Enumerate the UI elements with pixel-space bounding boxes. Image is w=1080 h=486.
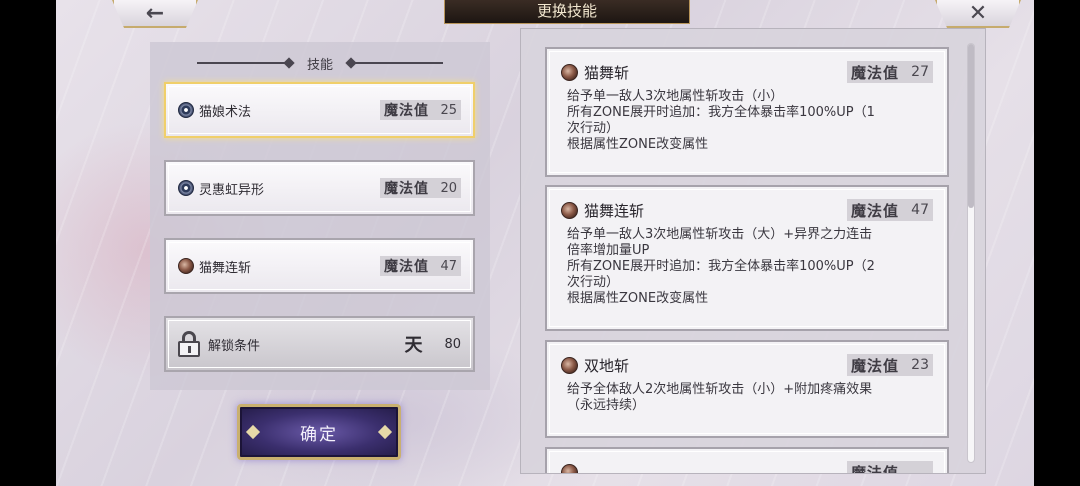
mp-value: 23 <box>911 357 929 373</box>
mp-label: 魔法值 <box>384 181 429 197</box>
equipped-skills-panel: 技能 猫娘术法 魔法值 25 灵惠虹异形 魔法值 20 猫舞连斩 魔法值 47 … <box>150 42 490 390</box>
cat-skill-icon <box>561 201 578 219</box>
close-icon: ✕ <box>968 0 988 26</box>
unlock-requirement-icon: 天 <box>404 335 423 356</box>
mp-cost-tag: 魔法值 27 <box>846 61 933 83</box>
mp-cost-tag: 魔法值 <box>846 461 933 474</box>
mp-value: 25 <box>440 102 457 118</box>
skill-name: 双地斩 <box>584 356 630 375</box>
cat-skill-icon <box>561 63 578 81</box>
scrollbar-thumb[interactable] <box>968 44 974 208</box>
skill-card-header: 猫舞斩 魔法值 27 <box>561 59 933 85</box>
skill-description: 给予全体敌人2次地属性斩攻击（小）+附加疼痛效果 （永远持续） <box>567 382 873 413</box>
equipped-skill-slot-3[interactable]: 猫舞连斩 魔法值 47 <box>164 238 475 294</box>
skill-name: 灵惠虹异形 <box>199 182 265 198</box>
page-title: 更换技能 <box>444 0 690 24</box>
skill-list-scrollbar[interactable] <box>967 43 975 463</box>
mp-cost-tag: 魔法值 20 <box>380 178 461 198</box>
equipped-skill-slot-2[interactable]: 灵惠虹异形 魔法值 20 <box>164 160 475 216</box>
close-button[interactable]: ✕ <box>935 0 1021 28</box>
locked-skill-slot[interactable]: 解锁条件 天 80 <box>164 316 475 372</box>
back-button[interactable]: ← <box>112 0 198 28</box>
skill-card-header: 魔法值 <box>561 459 933 474</box>
lock-icon <box>178 331 200 357</box>
ornament-left <box>196 62 293 64</box>
mp-value: 47 <box>440 258 457 274</box>
back-arrow-icon: ← <box>145 0 165 26</box>
mp-value: 47 <box>911 202 929 218</box>
skills-heading: 技能 <box>150 50 490 76</box>
mp-label: 魔法值 <box>850 201 899 220</box>
mp-cost-tag: 魔法值 25 <box>380 100 461 120</box>
mp-label: 魔法值 <box>850 463 899 474</box>
mp-label: 魔法值 <box>850 63 899 82</box>
skill-name: 猫舞连斩 <box>199 260 252 276</box>
mp-cost-tag: 魔法值 47 <box>380 256 461 276</box>
skill-name: 猫娘术法 <box>199 104 252 120</box>
mp-value: 27 <box>911 64 929 80</box>
skill-name: 猫舞斩 <box>584 63 630 82</box>
ornament-right <box>347 62 443 64</box>
confirm-button[interactable]: 确定 <box>237 404 401 460</box>
unlock-condition-label: 解锁条件 <box>208 338 261 354</box>
mp-value: 20 <box>440 180 457 196</box>
equipped-skill-slot-1[interactable]: 猫娘术法 魔法值 25 <box>164 82 475 138</box>
cat-skill-icon <box>561 356 578 374</box>
unlock-requirement-value: 80 <box>444 336 461 352</box>
skill-name: 猫舞连斩 <box>584 201 645 220</box>
mp-cost-tag: 魔法值 23 <box>846 354 933 376</box>
mp-label: 魔法值 <box>384 103 429 119</box>
skill-card-header: 双地斩 魔法值 23 <box>561 352 933 378</box>
skill-list-panel[interactable]: 猫舞斩 魔法值 27 给予单一敌人3次地属性斩攻击（小） 所有ZONE展开时追加… <box>520 28 986 474</box>
skill-card-2[interactable]: 猫舞连斩 魔法值 47 给予单一敌人3次地属性斩攻击（大）+异界之力连击 倍率增… <box>545 185 949 331</box>
cat-skill-icon <box>561 463 578 473</box>
cat-skill-icon <box>178 258 194 274</box>
skill-card-header: 猫舞连斩 魔法值 47 <box>561 197 933 223</box>
mp-label: 魔法值 <box>850 356 899 375</box>
mp-cost-tag: 魔法值 47 <box>846 199 933 221</box>
flower-icon <box>178 102 194 118</box>
mp-label: 魔法值 <box>384 259 429 275</box>
skill-card-4[interactable]: 魔法值 <box>545 447 949 474</box>
skill-description: 给予单一敌人3次地属性斩攻击（大）+异界之力连击 倍率增加量UP 所有ZONE展… <box>567 227 875 306</box>
skills-heading-label: 技能 <box>306 57 333 73</box>
skill-card-3[interactable]: 双地斩 魔法值 23 给予全体敌人2次地属性斩攻击（小）+附加疼痛效果 （永远持… <box>545 340 949 438</box>
skill-card-1[interactable]: 猫舞斩 魔法值 27 给予单一敌人3次地属性斩攻击（小） 所有ZONE展开时追加… <box>545 47 949 177</box>
skill-description: 给予单一敌人3次地属性斩攻击（小） 所有ZONE展开时追加：我方全体暴击率100… <box>567 89 875 152</box>
flower-icon <box>178 180 194 196</box>
